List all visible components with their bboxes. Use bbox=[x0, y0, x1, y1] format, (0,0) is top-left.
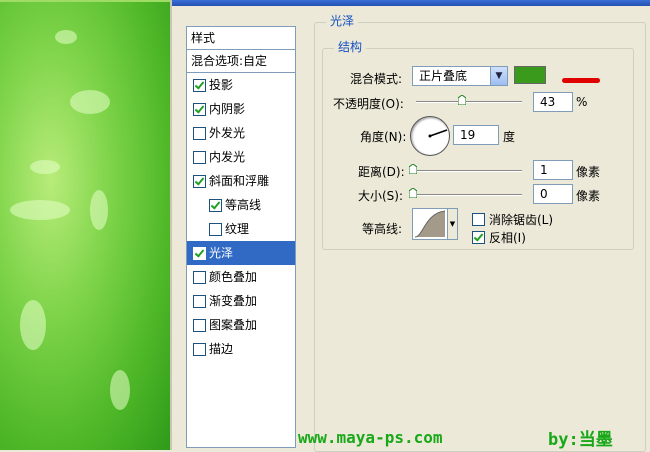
style-checkbox[interactable] bbox=[193, 102, 206, 116]
gloss-color-swatch[interactable] bbox=[514, 66, 546, 84]
style-item[interactable]: 描边 bbox=[187, 337, 295, 361]
canvas-edge bbox=[0, 0, 170, 2]
annotation-mark bbox=[562, 78, 600, 83]
canvas-texture bbox=[90, 190, 108, 230]
style-item-label: 内发光 bbox=[209, 150, 246, 164]
angle-dial[interactable] bbox=[410, 116, 450, 156]
style-checkbox[interactable] bbox=[209, 222, 222, 236]
style-item[interactable]: 投影 bbox=[187, 73, 295, 97]
watermark-site: www.maya-ps.com bbox=[298, 428, 443, 447]
style-item-label: 渐变叠加 bbox=[209, 294, 258, 308]
canvas-texture bbox=[55, 30, 77, 44]
angle-needle-icon bbox=[428, 129, 448, 138]
angle-label: 角度(N): bbox=[360, 130, 407, 144]
style-item-label: 等高线 bbox=[225, 198, 262, 212]
style-item[interactable]: 等高线 bbox=[187, 193, 295, 217]
invert-label: 反相(I) bbox=[489, 231, 526, 245]
style-item-label: 图案叠加 bbox=[209, 318, 258, 332]
chevron-down-icon[interactable]: ▼ bbox=[490, 67, 507, 85]
style-checkbox[interactable] bbox=[193, 78, 206, 92]
style-item-label: 纹理 bbox=[225, 222, 250, 236]
size-slider-thumb[interactable] bbox=[409, 188, 417, 198]
style-checkbox[interactable] bbox=[193, 126, 206, 140]
invert-checkbox[interactable] bbox=[472, 231, 485, 244]
contour-preview[interactable] bbox=[412, 208, 448, 240]
style-item-label: 斜面和浮雕 bbox=[209, 174, 270, 188]
dialog-titlebar bbox=[172, 0, 650, 6]
style-checkbox[interactable] bbox=[209, 198, 222, 212]
style-item[interactable]: 纹理 bbox=[187, 217, 295, 241]
size-slider-track[interactable] bbox=[414, 194, 522, 196]
style-checkbox[interactable] bbox=[193, 174, 206, 188]
styles-header[interactable]: 样式 bbox=[187, 27, 295, 50]
antialias-label: 消除锯齿(L) bbox=[489, 213, 554, 227]
style-checkbox[interactable] bbox=[193, 318, 206, 332]
invert-option[interactable]: 反相(I) bbox=[472, 229, 526, 246]
distance-input[interactable]: 1 bbox=[533, 160, 573, 180]
blend-mode-select[interactable]: 正片叠底 ▼ bbox=[412, 66, 508, 86]
distance-slider-track[interactable] bbox=[414, 170, 522, 172]
angle-unit: 度 bbox=[503, 130, 516, 144]
style-checkbox[interactable] bbox=[193, 294, 206, 308]
style-item[interactable]: 外发光 bbox=[187, 121, 295, 145]
size-unit: 像素 bbox=[576, 189, 601, 203]
style-item-label: 描边 bbox=[209, 342, 234, 356]
blend-mode-value: 正片叠底 bbox=[419, 69, 468, 83]
styles-list: 样式 混合选项:自定 投影内阴影外发光内发光斜面和浮雕等高线纹理光泽颜色叠加渐变… bbox=[186, 26, 296, 448]
opacity-input[interactable]: 43 bbox=[533, 92, 573, 112]
antialias-checkbox[interactable] bbox=[472, 213, 485, 226]
style-checkbox[interactable] bbox=[193, 270, 206, 284]
gloss-title: 光泽 bbox=[326, 12, 359, 29]
canvas-texture bbox=[10, 200, 70, 220]
style-item-label: 内阴影 bbox=[209, 102, 246, 116]
distance-slider-thumb[interactable] bbox=[409, 164, 417, 174]
size-input[interactable]: 0 bbox=[533, 184, 573, 204]
angle-input[interactable]: 19 bbox=[453, 125, 499, 145]
style-item[interactable]: 斜面和浮雕 bbox=[187, 169, 295, 193]
style-item[interactable]: 内阴影 bbox=[187, 97, 295, 121]
structure-title: 结构 bbox=[334, 38, 367, 55]
contour-curve-icon bbox=[414, 210, 446, 238]
style-item-label: 投影 bbox=[209, 78, 234, 92]
canvas-texture bbox=[30, 160, 60, 174]
distance-unit: 像素 bbox=[576, 165, 601, 179]
style-item[interactable]: 图案叠加 bbox=[187, 313, 295, 337]
style-item-label: 颜色叠加 bbox=[209, 270, 258, 284]
style-item-label: 光泽 bbox=[209, 246, 234, 260]
style-checkbox[interactable] bbox=[193, 246, 206, 260]
canvas-texture bbox=[20, 300, 46, 350]
size-label: 大小(S): bbox=[358, 189, 404, 203]
style-checkbox[interactable] bbox=[193, 150, 206, 164]
canvas-texture bbox=[110, 370, 130, 410]
style-item[interactable]: 渐变叠加 bbox=[187, 289, 295, 313]
style-checkbox[interactable] bbox=[193, 342, 206, 356]
antialias-option[interactable]: 消除锯齿(L) bbox=[472, 211, 553, 228]
style-item-label: 外发光 bbox=[209, 126, 246, 140]
distance-label: 距离(D): bbox=[358, 165, 405, 179]
opacity-slider-thumb[interactable] bbox=[457, 95, 466, 105]
style-item[interactable]: 颜色叠加 bbox=[187, 265, 295, 289]
opacity-slider-track[interactable] bbox=[416, 101, 522, 103]
blend-mode-label: 混合模式: bbox=[350, 72, 403, 86]
blending-options-item[interactable]: 混合选项:自定 bbox=[187, 50, 295, 73]
canvas-texture bbox=[70, 90, 110, 114]
opacity-label: 不透明度(O): bbox=[333, 97, 404, 111]
style-item[interactable]: 光泽 bbox=[187, 241, 295, 265]
image-canvas bbox=[0, 0, 170, 450]
opacity-unit: % bbox=[576, 95, 588, 109]
contour-label: 等高线: bbox=[362, 222, 403, 236]
layer-style-dialog: 样式 混合选项:自定 投影 内阴影 外发光 内发光 斜面和浮雕 等高线 纹理 光泽 颜色叠加 渐变… bbox=[170, 0, 650, 452]
contour-dropdown-button[interactable]: ▼ bbox=[448, 208, 458, 240]
watermark-author: by:当墨 bbox=[548, 430, 613, 450]
style-item[interactable]: 内发光 bbox=[187, 145, 295, 169]
